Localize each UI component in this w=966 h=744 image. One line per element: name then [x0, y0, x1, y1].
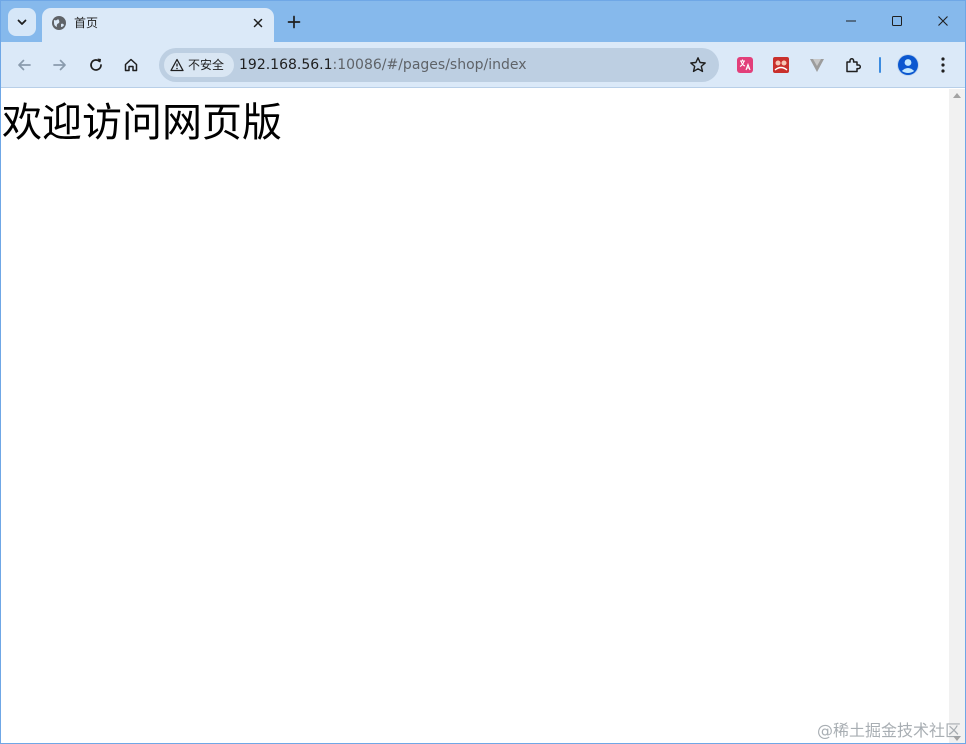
- more-vertical-icon: [941, 57, 945, 73]
- bookmark-star-icon[interactable]: [689, 56, 707, 74]
- globe-icon: [52, 16, 66, 30]
- url-text[interactable]: 192.168.56.1:10086/#/pages/shop/index: [239, 56, 527, 74]
- red-extension-button[interactable]: [771, 55, 791, 75]
- page-heading: 欢迎访问网页版: [2, 100, 282, 146]
- v-extension-icon: [810, 59, 824, 72]
- home-button[interactable]: [118, 52, 144, 78]
- chevron-down-icon: [17, 19, 27, 25]
- extensions-button[interactable]: [843, 55, 863, 75]
- tab-close-button[interactable]: [250, 15, 266, 31]
- close-icon: [253, 18, 263, 28]
- url-path: :10086/#/pages/shop/index: [332, 57, 527, 73]
- puzzle-icon: [846, 57, 862, 73]
- home-icon: [124, 58, 138, 72]
- minimize-button[interactable]: [829, 7, 873, 35]
- scroll-up-arrow-icon[interactable]: [953, 93, 961, 98]
- browser-toolbar: 不安全 192.168.56.1:10086/#/pages/shop/inde…: [1, 42, 965, 88]
- reload-button[interactable]: [83, 52, 109, 78]
- v-extension-button[interactable]: [807, 55, 827, 75]
- close-window-button[interactable]: [921, 7, 965, 35]
- security-chip[interactable]: 不安全: [164, 53, 234, 77]
- browser-window: 首页 不安全 192.168.56.1:10086/#/pages/shop/i…: [0, 0, 966, 744]
- profile-icon: [898, 55, 918, 75]
- url-host: 192.168.56.1: [239, 57, 333, 73]
- back-arrow-icon: [18, 59, 31, 71]
- tab-strip: 首页: [1, 1, 965, 42]
- address-bar[interactable]: 不安全 192.168.56.1:10086/#/pages/shop/inde…: [159, 48, 719, 82]
- close-icon: [938, 16, 948, 26]
- vertical-scrollbar[interactable]: [949, 89, 965, 743]
- translate-icon: [737, 57, 753, 73]
- forward-button[interactable]: [47, 52, 73, 78]
- translate-extension-button[interactable]: [735, 55, 755, 75]
- tab-active[interactable]: 首页: [42, 8, 274, 42]
- toolbar-separator: [879, 57, 881, 73]
- warning-icon: [170, 58, 184, 72]
- new-tab-button[interactable]: [284, 12, 304, 32]
- tab-title: 首页: [74, 16, 99, 30]
- more-menu-button[interactable]: [933, 55, 953, 75]
- reload-icon: [90, 58, 102, 71]
- maximize-icon: [892, 16, 902, 26]
- page-viewport: 欢迎访问网页版: [1, 89, 949, 743]
- minimize-icon: [846, 20, 856, 22]
- extension-icon: [773, 57, 789, 73]
- back-button[interactable]: [11, 52, 37, 78]
- watermark: @稀土掘金技术社区: [816, 721, 961, 740]
- tab-search-button[interactable]: [8, 8, 36, 36]
- profile-button[interactable]: [897, 54, 919, 76]
- plus-icon: [287, 15, 301, 29]
- forward-arrow-icon: [53, 59, 66, 71]
- maximize-button[interactable]: [875, 7, 919, 35]
- security-label: 不安全: [188, 58, 225, 72]
